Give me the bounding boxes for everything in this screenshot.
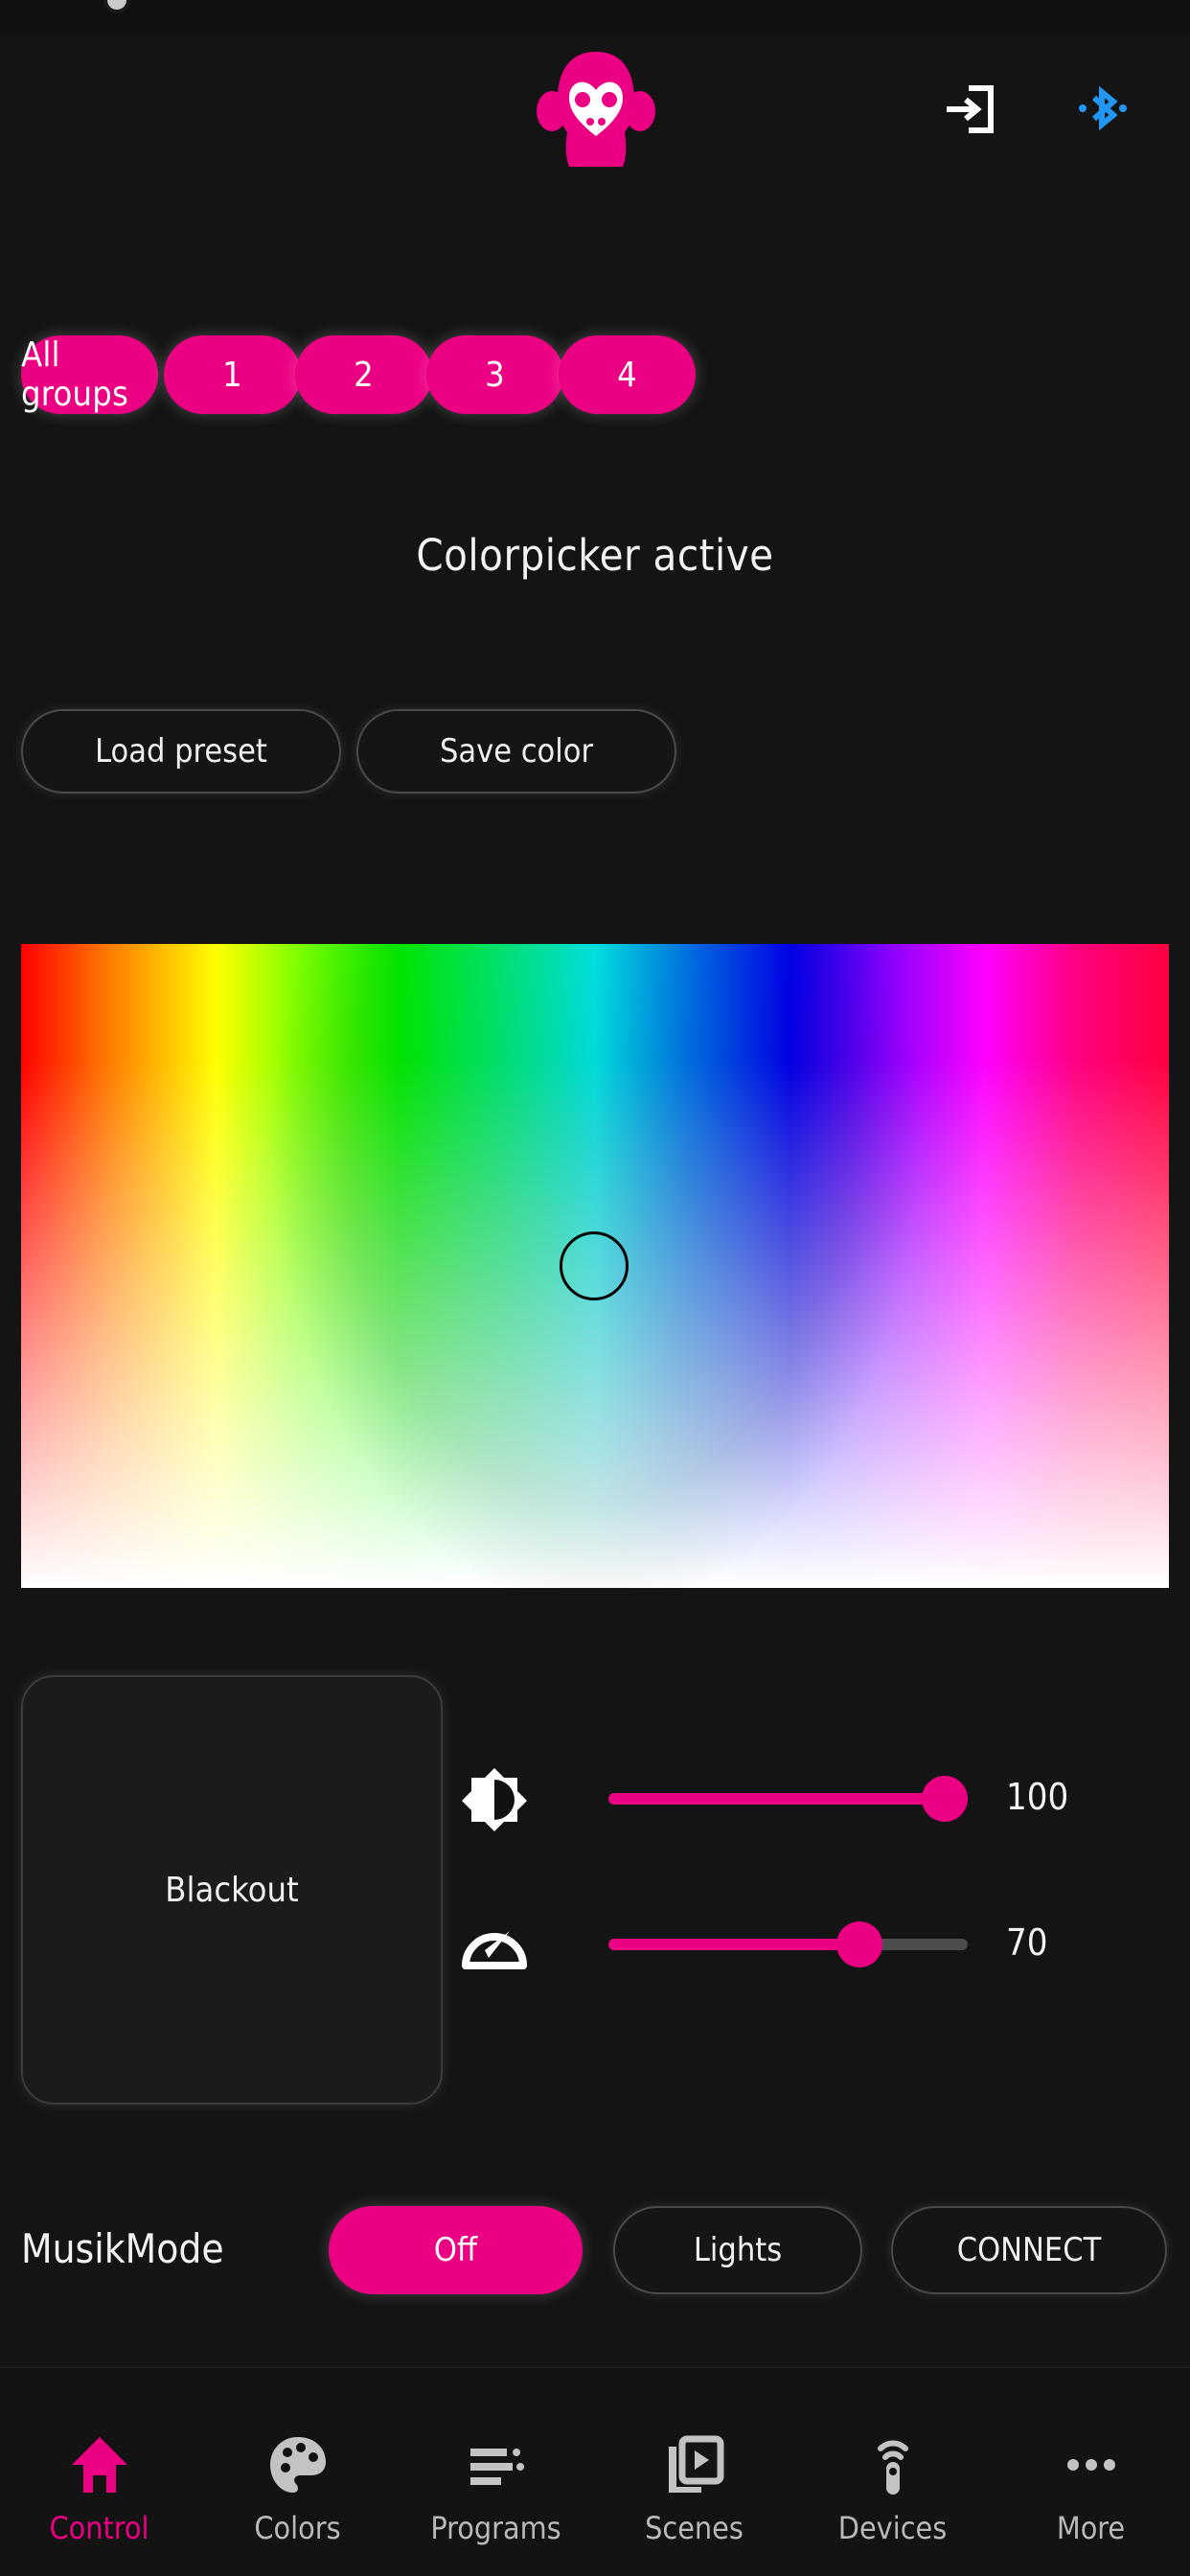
nav-item-devices[interactable]: Devices (793, 2393, 992, 2556)
brightness-slider-fill (608, 1793, 968, 1805)
nav-label-programs: Programs (430, 2510, 561, 2546)
blackout-button[interactable]: Blackout (21, 1675, 443, 2104)
brightness-icon (460, 1764, 529, 1833)
group-selector: All groups 1 2 3 4 (0, 326, 1190, 441)
group-pill-3[interactable]: 3 (426, 335, 563, 414)
brightness-slider-thumb[interactable] (922, 1776, 968, 1822)
list-icon (465, 2433, 528, 2496)
nav-item-scenes[interactable]: Scenes (595, 2393, 793, 2556)
nav-item-colors[interactable]: Colors (198, 2393, 397, 2556)
group-pill-2[interactable]: 2 (295, 335, 432, 414)
bottom-nav: Control Colors Programs Scenes Devices M… (0, 2367, 1190, 2576)
speed-value: 70 (1006, 1921, 1048, 1964)
speed-slider-track[interactable] (608, 1921, 968, 1967)
group-pill-1[interactable]: 1 (164, 335, 301, 414)
load-preset-button[interactable]: Load preset (21, 709, 341, 794)
app-root: All groups 1 2 3 4 Colorpicker active Lo… (0, 0, 1190, 2576)
nav-item-control[interactable]: Control (0, 2393, 198, 2556)
speed-slider-row: 70 (460, 1902, 1169, 1989)
music-mode-row: MusikMode Off Lights CONNECT (0, 2206, 1190, 2312)
home-icon (68, 2433, 131, 2496)
remote-icon (861, 2433, 925, 2496)
group-pill-4[interactable]: 4 (559, 335, 696, 414)
palette-icon (266, 2433, 330, 2496)
brightness-slider-row: 100 (460, 1757, 1169, 1843)
speed-icon (460, 1910, 529, 1979)
monkey-logo (537, 48, 655, 171)
music-lights-button[interactable]: Lights (613, 2206, 862, 2294)
music-mode-label: MusikMode (21, 2225, 224, 2272)
app-header (0, 36, 1190, 182)
speed-slider-fill (608, 1939, 860, 1950)
nav-label-more: More (1056, 2510, 1126, 2546)
nav-item-more[interactable]: More (992, 2393, 1190, 2556)
brightness-slider-track[interactable] (608, 1776, 968, 1822)
nav-label-control: Control (49, 2510, 149, 2546)
color-picker-canvas[interactable] (21, 944, 1169, 1588)
music-mode-toggle[interactable]: Off (329, 2206, 583, 2294)
nav-item-programs[interactable]: Programs (397, 2393, 595, 2556)
nav-label-colors: Colors (254, 2510, 341, 2546)
scenes-icon (663, 2433, 726, 2496)
group-pill-all[interactable]: All groups (21, 335, 158, 414)
save-color-button[interactable]: Save color (356, 709, 676, 794)
bluetooth-icon[interactable] (1071, 79, 1133, 140)
circle-status-icon (103, 0, 130, 13)
preset-actions: Load preset Save color (0, 709, 1190, 805)
nav-label-devices: Devices (837, 2510, 948, 2546)
brightness-value: 100 (1006, 1776, 1069, 1818)
status-bar (0, 0, 1190, 36)
music-connect-button[interactable]: CONNECT (891, 2206, 1167, 2294)
ellipsis-icon (1060, 2433, 1123, 2496)
colorpicker-status-text: Colorpicker active (416, 530, 774, 581)
nav-label-scenes: Scenes (645, 2510, 744, 2546)
speed-slider-thumb[interactable] (836, 1921, 882, 1967)
login-icon[interactable] (939, 79, 1000, 140)
